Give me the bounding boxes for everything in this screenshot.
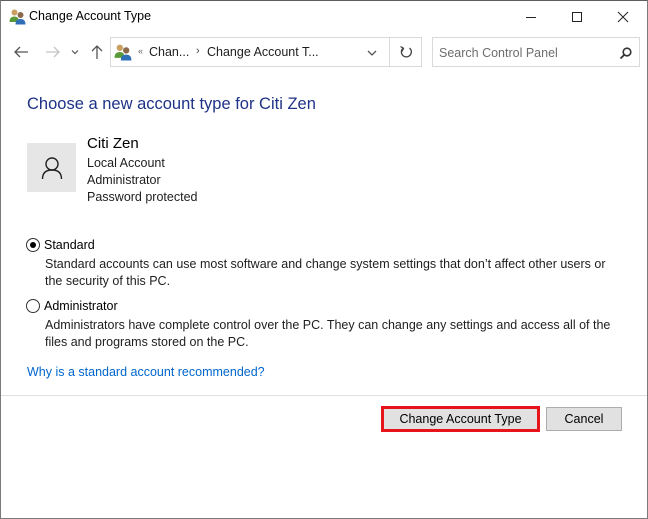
navigation-bar: « Chan... › Change Account T... [1,34,647,70]
search-icon[interactable] [619,46,633,60]
window-title: Change Account Type [29,9,152,23]
account-type: Administrator [87,173,161,187]
arrow-right-icon [46,46,60,58]
change-account-type-button[interactable]: Change Account Type [381,406,540,432]
back-button[interactable] [11,42,31,62]
arrow-up-icon [91,45,103,59]
standard-description: Standard accounts can use most software … [45,257,606,288]
search-box[interactable] [432,37,640,67]
address-bar[interactable]: « Chan... › Change Account T... [110,37,390,67]
user-icon [41,156,62,179]
administrator-description: Administrators have complete control ove… [45,318,611,349]
minimize-button[interactable] [508,1,554,32]
maximize-icon [572,11,582,22]
page-title: Choose a new account type for Citi Zen [27,95,316,113]
maximize-button[interactable] [554,1,600,32]
breadcrumb-item[interactable]: Chan... [149,45,189,59]
standard-radio-option[interactable]: Standard [26,238,95,252]
overflow-chevron[interactable]: « [138,46,143,56]
administrator-radio-option[interactable]: Administrator [26,299,118,313]
cancel-button[interactable]: Cancel [546,407,622,431]
title-bar[interactable]: Change Account Type [1,1,647,32]
administrator-label[interactable]: Administrator [44,299,118,313]
standard-label[interactable]: Standard [44,238,95,252]
refresh-button[interactable] [390,37,422,67]
why-standard-link[interactable]: Why is a standard account recommended? [27,365,265,379]
administrator-radio-button[interactable] [26,299,40,313]
forward-button[interactable] [43,42,63,62]
avatar [27,143,76,192]
recent-locations-button[interactable] [68,42,82,62]
chevron-down-icon[interactable] [365,46,379,60]
footer-divider [1,395,647,396]
close-icon [617,11,629,22]
radio-selected-dot [30,242,36,248]
search-input[interactable] [439,44,609,62]
chevron-down-icon [71,50,79,55]
close-button[interactable] [600,1,646,32]
arrow-left-icon [14,46,28,58]
refresh-icon [399,45,412,58]
breadcrumb-item[interactable]: Change Account T... [207,45,319,59]
change-account-type-window: Change Account Type « Chan... › Change A… [0,0,648,519]
user-accounts-icon [114,44,132,61]
up-button[interactable] [87,42,107,62]
account-location: Local Account [87,156,165,170]
standard-radio-button[interactable] [26,238,40,252]
breadcrumb-separator[interactable]: › [196,45,200,57]
user-accounts-icon [9,9,26,25]
password-status: Password protected [87,190,198,204]
minimize-icon [526,16,536,18]
user-name: Citi Zen [87,135,139,152]
